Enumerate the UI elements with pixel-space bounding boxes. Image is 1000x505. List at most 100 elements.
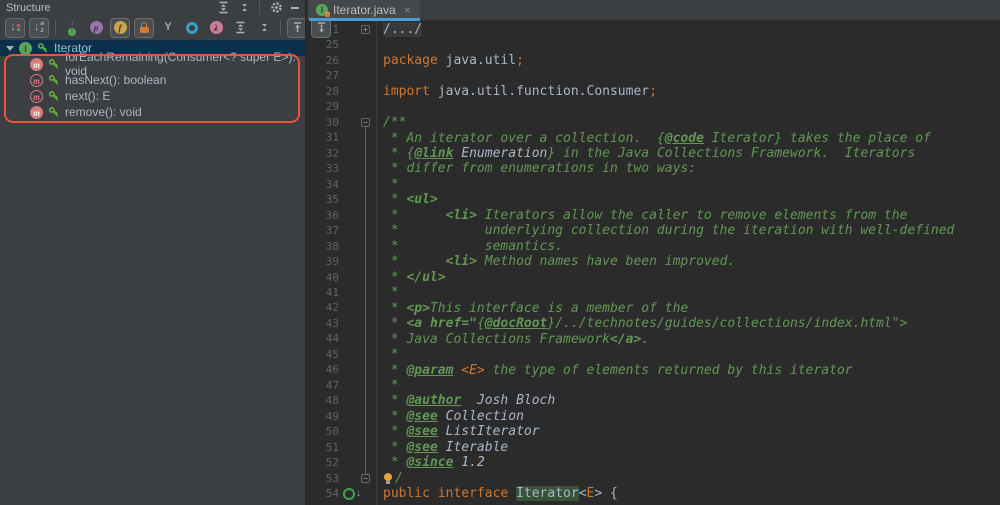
code-line[interactable]: 41 * (307, 285, 1000, 300)
method-abstract-icon: m (30, 73, 43, 88)
show-fields-button[interactable]: f (110, 18, 130, 38)
code-line[interactable]: 54↓public interface Iterator<E> { (307, 486, 1000, 501)
code-token: }/../technotes/guides/collections/index.… (547, 316, 907, 331)
code-token: Enumeration (461, 146, 547, 161)
code-text: / (383, 471, 403, 486)
expand-all-button[interactable] (230, 18, 250, 38)
code-text: /.../ (383, 22, 422, 37)
code-token: Iterable (446, 440, 509, 455)
toolbar-separator (280, 20, 281, 35)
sort-alphabetically-button[interactable]: ↓az (29, 18, 49, 38)
code-line[interactable]: 53−/ (307, 471, 1000, 486)
code-line[interactable]: 52 * @since 1.2 (307, 455, 1000, 470)
line-number: 32 (307, 146, 339, 161)
code-token (461, 393, 477, 408)
code-line[interactable]: 27 (307, 68, 1000, 83)
code-line[interactable]: 42 * <p>This interface is a member of th… (307, 300, 1000, 315)
editor-tab-iterator-java[interactable]: I Iterator.java × (309, 0, 420, 20)
line-number: 50 (307, 424, 339, 439)
tree-row-method[interactable]: mremove(): void (0, 104, 305, 120)
tree-row-method[interactable]: mnext(): E (0, 88, 305, 104)
key-icon (48, 106, 60, 118)
code-token: ; (516, 53, 524, 68)
code-line[interactable]: 48 * @author Josh Bloch (307, 393, 1000, 408)
show-anonymous-classes-button[interactable]: Y (158, 18, 178, 38)
autoscroll-to-source-button[interactable] (287, 18, 307, 38)
hide-panel-icon[interactable] (291, 0, 299, 15)
intention-bulb-icon[interactable] (383, 473, 393, 484)
code-line[interactable]: 34 * (307, 177, 1000, 192)
line-number: 47 (307, 378, 339, 393)
fold-minus-icon[interactable]: − (361, 118, 370, 127)
code-text: public interface Iterator<E> { (383, 486, 618, 501)
show-inherited-button[interactable]: ↑i (62, 18, 82, 38)
code-token: * (383, 270, 406, 285)
show-non-public-button[interactable] (134, 18, 154, 38)
code-line[interactable]: 33 * differ from enumerations in two way… (307, 161, 1000, 176)
code-line[interactable]: 35 * <ul> (307, 192, 1000, 207)
tree-row-method[interactable]: mforEachRemaining(Consumer<? super E>): … (0, 56, 305, 72)
code-line[interactable]: 36 * <li> Iterators allow the caller to … (307, 208, 1000, 223)
expand-all-icon[interactable] (217, 0, 230, 15)
code-line[interactable]: 26package java.util; (307, 53, 1000, 68)
code-token: public interface (383, 486, 516, 501)
collapse-all-icon[interactable] (238, 0, 251, 15)
code-token: <E> (461, 363, 484, 378)
code-token: * (383, 440, 406, 455)
code-line[interactable]: 25 (307, 37, 1000, 52)
code-text: * @since 1.2 (383, 455, 485, 470)
code-area[interactable]: 1+/.../2526package java.util;2728import … (307, 22, 1000, 505)
fold-end-icon[interactable]: − (361, 474, 370, 483)
show-properties-button[interactable]: p (86, 18, 106, 38)
code-token: * (383, 208, 446, 223)
structure-tree: IIteratormforEachRemaining(Consumer<? su… (0, 40, 305, 120)
code-line[interactable]: 1+/.../ (307, 22, 1000, 37)
code-line[interactable]: 39 * <li> Method names have been improve… (307, 254, 1000, 269)
code-token: * (383, 393, 406, 408)
code-token: </a> (610, 332, 641, 347)
code-line[interactable]: 37 * underlying collection during the it… (307, 223, 1000, 238)
code-line[interactable]: 30−/** (307, 115, 1000, 130)
code-line[interactable]: 43 * <a href="{@docRoot}/../technotes/gu… (307, 316, 1000, 331)
show-interfaces-button[interactable] (182, 18, 202, 38)
line-number: 33 (307, 161, 339, 176)
code-line[interactable]: 51 * @see Iterable (307, 440, 1000, 455)
settings-gear-icon[interactable] (270, 0, 283, 15)
code-line[interactable]: 47 * (307, 378, 1000, 393)
structure-panel-header: Structure (0, 0, 305, 15)
code-token: Method names have been improved. (477, 254, 735, 269)
code-token (438, 440, 446, 455)
code-text: * <ul> (383, 192, 438, 207)
code-token: * (383, 254, 446, 269)
code-line[interactable]: 46 * @param <E> the type of elements ret… (307, 362, 1000, 377)
code-token: ; (649, 84, 657, 99)
show-lambdas-button[interactable]: λ (206, 18, 226, 38)
code-line[interactable]: 38 * semantics. (307, 239, 1000, 254)
code-text: /** (383, 115, 406, 130)
code-line[interactable]: 45 * (307, 347, 1000, 362)
code-line[interactable]: 32 * {@link Enumeration} in the Java Col… (307, 146, 1000, 161)
expand-arrow-icon[interactable] (6, 46, 14, 51)
code-token: Collection (446, 409, 524, 424)
sort-by-visibility-button[interactable]: ↓ (5, 18, 25, 38)
interface-icon: I (19, 41, 32, 56)
code-line[interactable]: 40 * </ul> (307, 270, 1000, 285)
collapse-all-button[interactable] (254, 18, 274, 38)
implemented-marker-icon[interactable]: ↓ (343, 488, 361, 500)
fold-plus-icon[interactable]: + (361, 25, 370, 34)
code-line[interactable]: 28import java.util.function.Consumer; (307, 84, 1000, 99)
code-line[interactable]: 31 * An iterator over a collection. {@co… (307, 130, 1000, 145)
code-line[interactable]: 44 * Java Collections Framework</a>. (307, 331, 1000, 346)
code-text: * <a href="{@docRoot}/../technotes/guide… (383, 316, 907, 331)
code-line[interactable]: 49 * @see Collection (307, 409, 1000, 424)
tab-close-icon[interactable]: × (404, 4, 411, 16)
code-text: * <p>This interface is a member of the (383, 300, 688, 315)
code-line[interactable]: 50 * @see ListIterator (307, 424, 1000, 439)
method-icon: m (30, 57, 43, 72)
code-token: * (383, 192, 406, 207)
code-line[interactable]: 29 (307, 99, 1000, 114)
line-number: 36 (307, 208, 339, 223)
code-text: import java.util.function.Consumer; (383, 84, 657, 99)
editor: I Iterator.java × 1+/.../2526package jav… (307, 0, 1000, 505)
code-token: * differ from enumerations in two ways: (383, 161, 696, 176)
